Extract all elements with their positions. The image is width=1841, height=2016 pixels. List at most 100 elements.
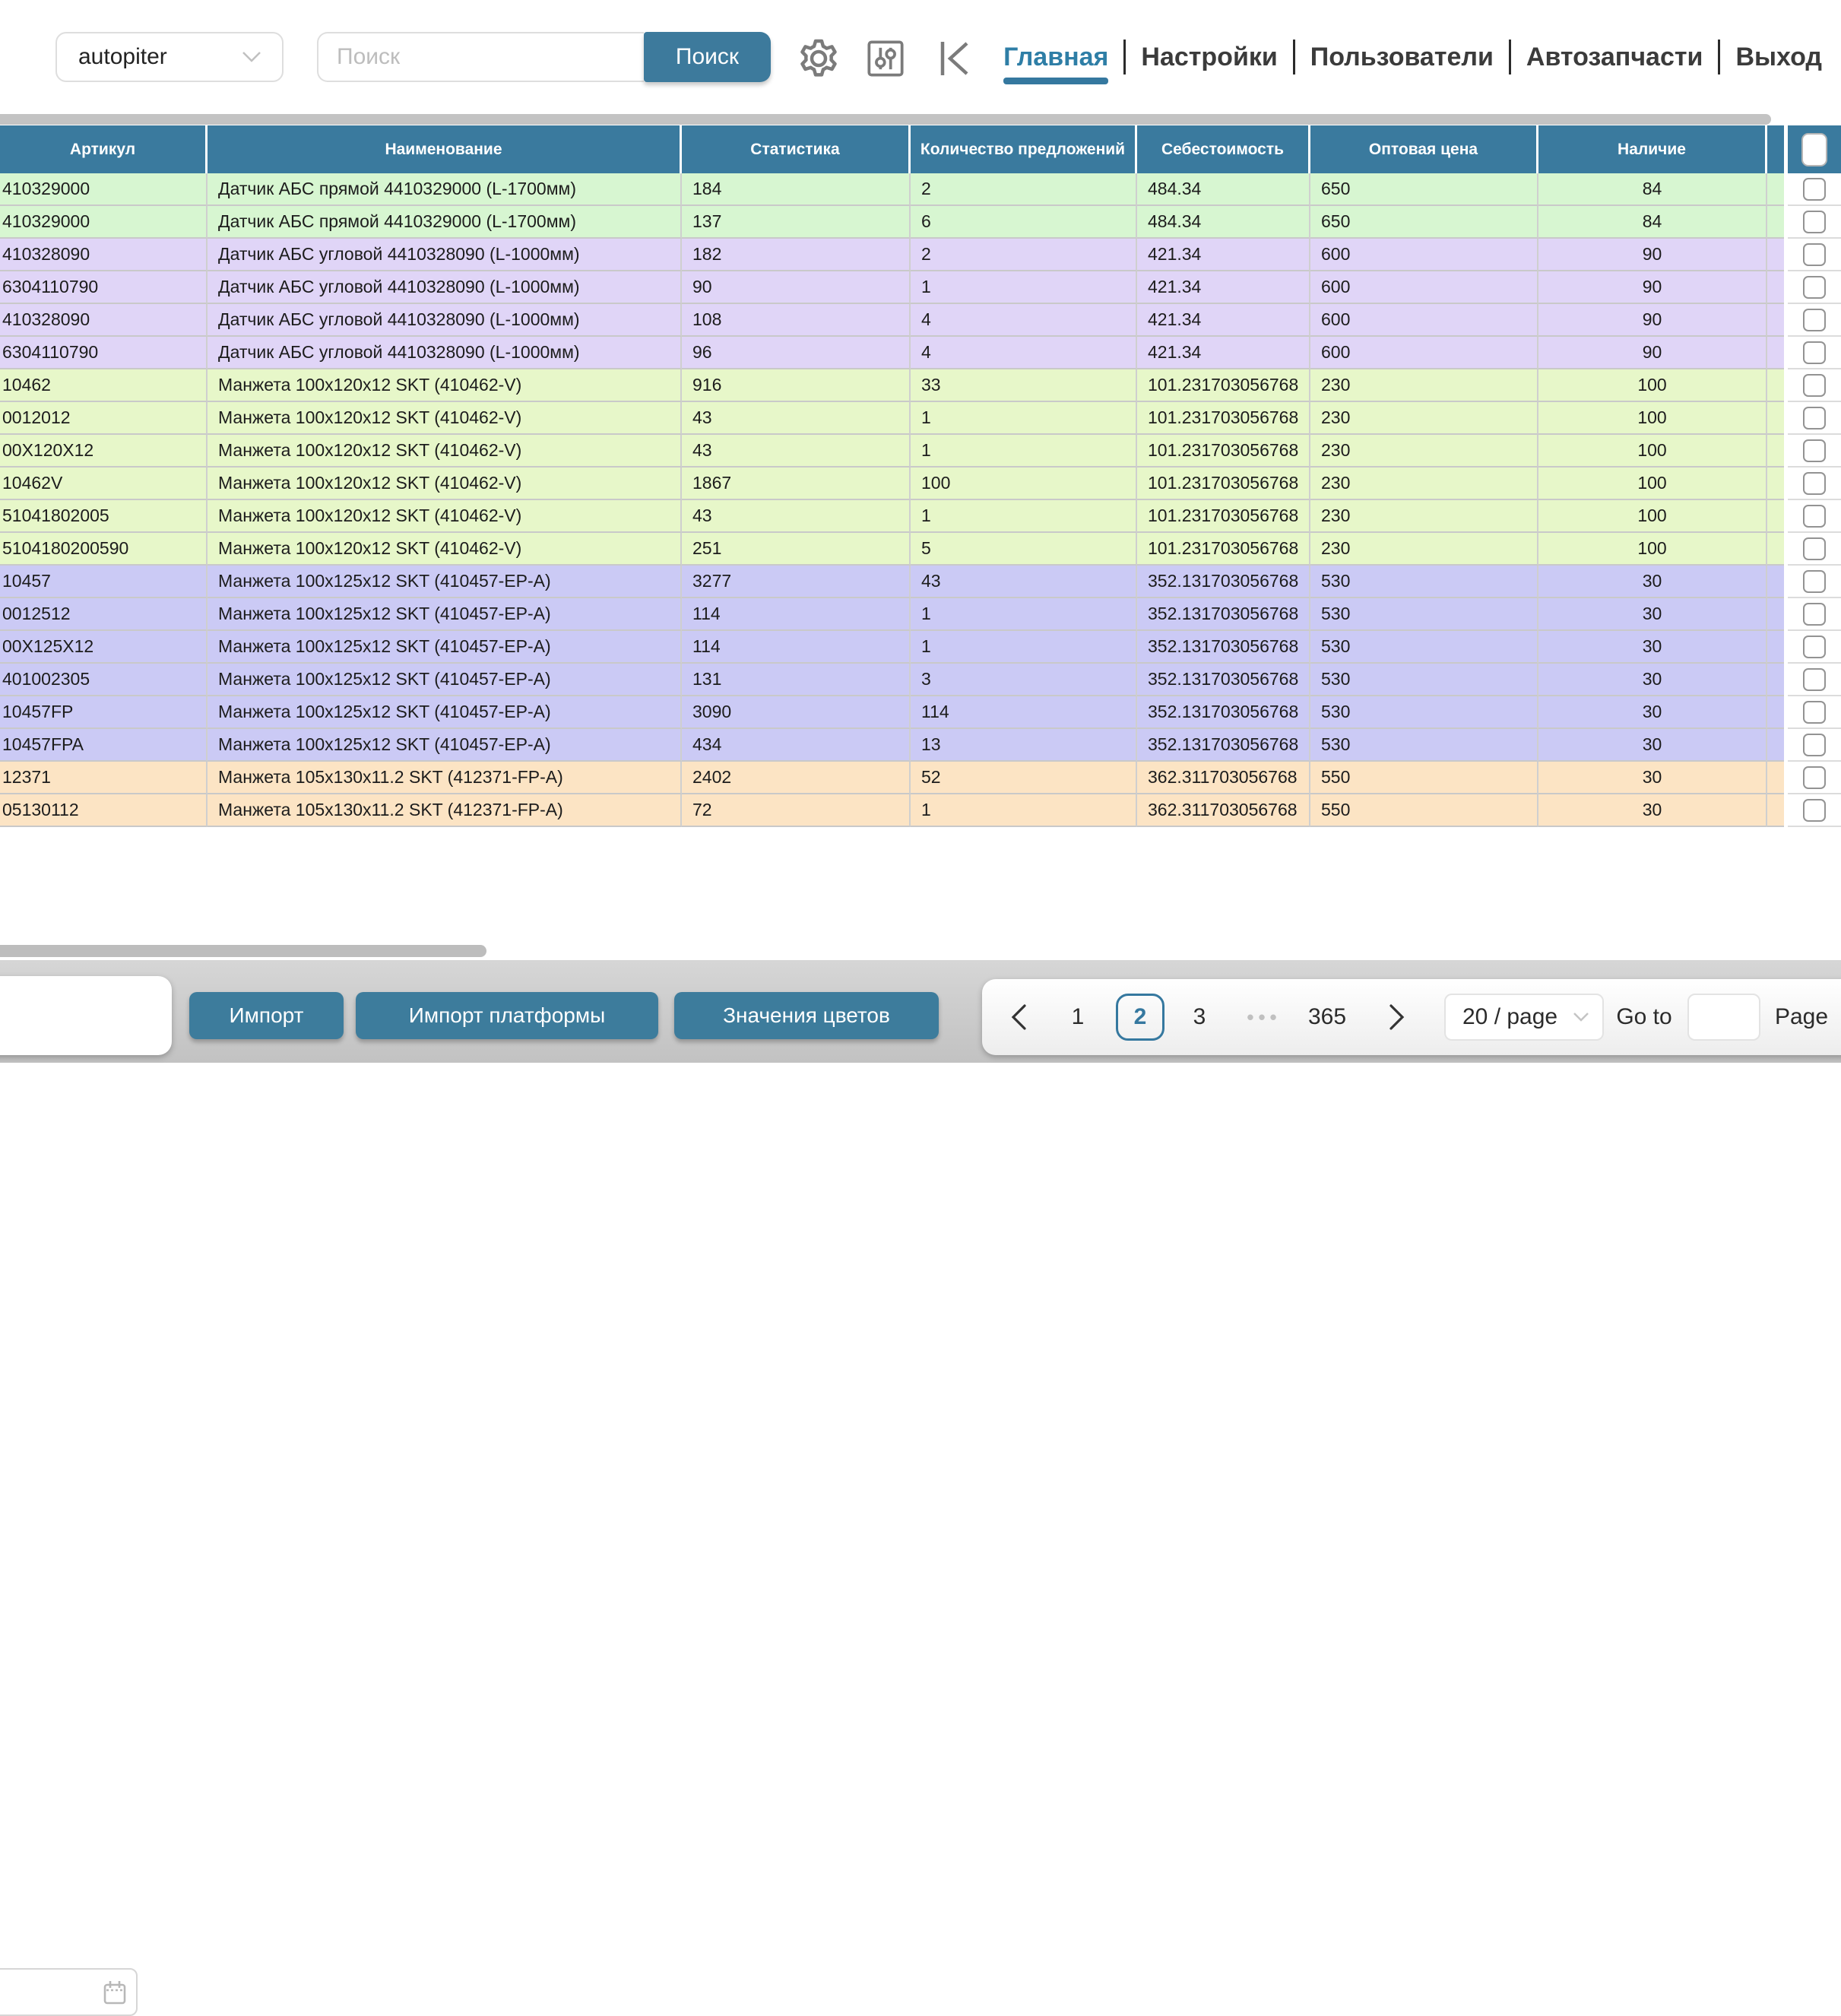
- cell-cost: 101.231703056768: [1137, 468, 1310, 500]
- cell-spacer: [1767, 762, 1784, 794]
- cell-statistics: 114: [682, 598, 911, 631]
- column-header-6[interactable]: Оптовая цена: [1310, 125, 1538, 173]
- column-header-7[interactable]: Наличие: [1538, 125, 1767, 173]
- table-row: 00X125X12Манжета 100х125х12 SKT (410457-…: [0, 631, 1784, 664]
- date-input[interactable]: [0, 1968, 138, 2016]
- page-number-3[interactable]: 3: [1184, 994, 1215, 1041]
- horizontal-scrollbar-top[interactable]: [0, 114, 1771, 125]
- table-row: 10457FPМанжета 100х125х12 SKT (410457-EP…: [0, 696, 1784, 729]
- checkbox-column: [1788, 173, 1841, 827]
- table-header-row: АртикулНаименованиеСтатистикаКоличество …: [0, 125, 1784, 173]
- cell-statistics: 3090: [682, 696, 911, 729]
- cell-cost: 484.34: [1137, 206, 1310, 239]
- chevron-left-icon[interactable]: [1003, 994, 1034, 1041]
- cell-name: Манжета 100х125х12 SKT (410457-EP-A): [208, 729, 682, 762]
- cell-cost: 352.131703056768: [1137, 631, 1310, 664]
- row-checkbox-cell: [1788, 598, 1841, 631]
- footer-button-1[interactable]: Импорт: [189, 992, 344, 1039]
- nav-item-3[interactable]: Пользователи: [1310, 43, 1494, 72]
- search-button[interactable]: Поиск: [644, 32, 771, 82]
- row-checkbox[interactable]: [1803, 211, 1826, 233]
- table-row: 5104180200590Манжета 100х120х12 SKT (410…: [0, 533, 1784, 566]
- nav-item-2[interactable]: Настройки: [1141, 43, 1277, 72]
- column-header-3[interactable]: Статистика: [682, 125, 911, 173]
- row-checkbox-cell: [1788, 206, 1841, 239]
- cell-cost: 101.231703056768: [1137, 533, 1310, 566]
- cell-statistics: 114: [682, 631, 911, 664]
- date-card: [0, 976, 172, 1055]
- cell-statistics: 2402: [682, 762, 911, 794]
- row-checkbox-cell: [1788, 794, 1841, 827]
- row-checkbox[interactable]: [1803, 374, 1826, 397]
- cell-offers-count: 1: [911, 435, 1137, 468]
- horizontal-scrollbar-bottom[interactable]: [0, 945, 486, 957]
- cell-wholesale-price: 550: [1310, 762, 1538, 794]
- row-checkbox[interactable]: [1803, 276, 1826, 299]
- row-checkbox[interactable]: [1803, 537, 1826, 560]
- column-header-1[interactable]: Артикул: [0, 125, 208, 173]
- cell-cost: 484.34: [1137, 173, 1310, 206]
- cell-cost: 352.131703056768: [1137, 664, 1310, 696]
- row-checkbox[interactable]: [1803, 570, 1826, 593]
- cell-cost: 352.131703056768: [1137, 729, 1310, 762]
- nav-item-4[interactable]: Автозапчасти: [1526, 43, 1703, 72]
- goto-page-input[interactable]: [1687, 994, 1760, 1041]
- select-all-checkbox[interactable]: [1801, 133, 1827, 166]
- column-header-5[interactable]: Себестоимость: [1137, 125, 1310, 173]
- row-checkbox[interactable]: [1803, 309, 1826, 331]
- cell-cost: 101.231703056768: [1137, 402, 1310, 435]
- table-row: 10457Манжета 100х125х12 SKT (410457-EP-A…: [0, 566, 1784, 598]
- pagination: 20 / page Go to Page 123•••365: [982, 979, 1841, 1055]
- company-select[interactable]: autopiter: [55, 32, 284, 82]
- sliders-icon[interactable]: [867, 40, 905, 78]
- search-input[interactable]: [317, 32, 644, 82]
- row-checkbox[interactable]: [1803, 603, 1826, 626]
- nav-item-5[interactable]: Выход: [1735, 43, 1822, 72]
- row-checkbox[interactable]: [1803, 799, 1826, 822]
- row-checkbox[interactable]: [1803, 734, 1826, 756]
- cell-spacer: [1767, 239, 1784, 271]
- cell-spacer: [1767, 794, 1784, 827]
- page-size-select[interactable]: 20 / page: [1444, 994, 1604, 1041]
- row-checkbox[interactable]: [1803, 505, 1826, 528]
- gear-icon[interactable]: [798, 38, 839, 79]
- cell-name: Манжета 100х120х12 SKT (410462-V): [208, 435, 682, 468]
- cell-name: Манжета 100х125х12 SKT (410457-EP-A): [208, 696, 682, 729]
- column-header-4[interactable]: Количество предложений: [911, 125, 1137, 173]
- chevron-right-icon[interactable]: [1382, 994, 1412, 1041]
- row-checkbox[interactable]: [1803, 341, 1826, 364]
- row-checkbox[interactable]: [1803, 472, 1826, 495]
- cell-statistics: 916: [682, 369, 911, 402]
- footer-button-3[interactable]: Значения цветов: [674, 992, 939, 1039]
- table-row: 410329000Датчик АБС прямой 4410329000 (L…: [0, 173, 1784, 206]
- collapse-left-icon[interactable]: [940, 40, 970, 77]
- cell-wholesale-price: 550: [1310, 794, 1538, 827]
- row-checkbox[interactable]: [1803, 668, 1826, 691]
- cell-spacer: [1767, 369, 1784, 402]
- row-checkbox[interactable]: [1803, 243, 1826, 266]
- row-checkbox[interactable]: [1803, 178, 1826, 201]
- cell-name: Манжета 100х120х12 SKT (410462-V): [208, 468, 682, 500]
- row-checkbox[interactable]: [1803, 636, 1826, 658]
- cell-statistics: 251: [682, 533, 911, 566]
- page-number-1[interactable]: 1: [1063, 994, 1093, 1041]
- nav-separator: [1509, 40, 1511, 74]
- column-header-2[interactable]: Наименование: [208, 125, 682, 173]
- cell-statistics: 96: [682, 337, 911, 369]
- nav-item-1[interactable]: Главная: [1003, 43, 1108, 72]
- cell-cost: 101.231703056768: [1137, 500, 1310, 533]
- row-checkbox[interactable]: [1803, 407, 1826, 430]
- row-checkbox[interactable]: [1803, 766, 1826, 789]
- row-checkbox[interactable]: [1803, 701, 1826, 724]
- cell-wholesale-price: 230: [1310, 402, 1538, 435]
- cell-spacer: [1767, 729, 1784, 762]
- page-number-2[interactable]: 2: [1116, 994, 1164, 1041]
- row-checkbox-cell: [1788, 696, 1841, 729]
- cell-stock: 100: [1538, 402, 1767, 435]
- row-checkbox[interactable]: [1803, 439, 1826, 462]
- cell-spacer: [1767, 696, 1784, 729]
- cell-offers-count: 4: [911, 337, 1137, 369]
- page-number-365[interactable]: 365: [1294, 994, 1361, 1041]
- footer-button-2[interactable]: Импорт платформы: [356, 992, 658, 1039]
- cell-offers-count: 13: [911, 729, 1137, 762]
